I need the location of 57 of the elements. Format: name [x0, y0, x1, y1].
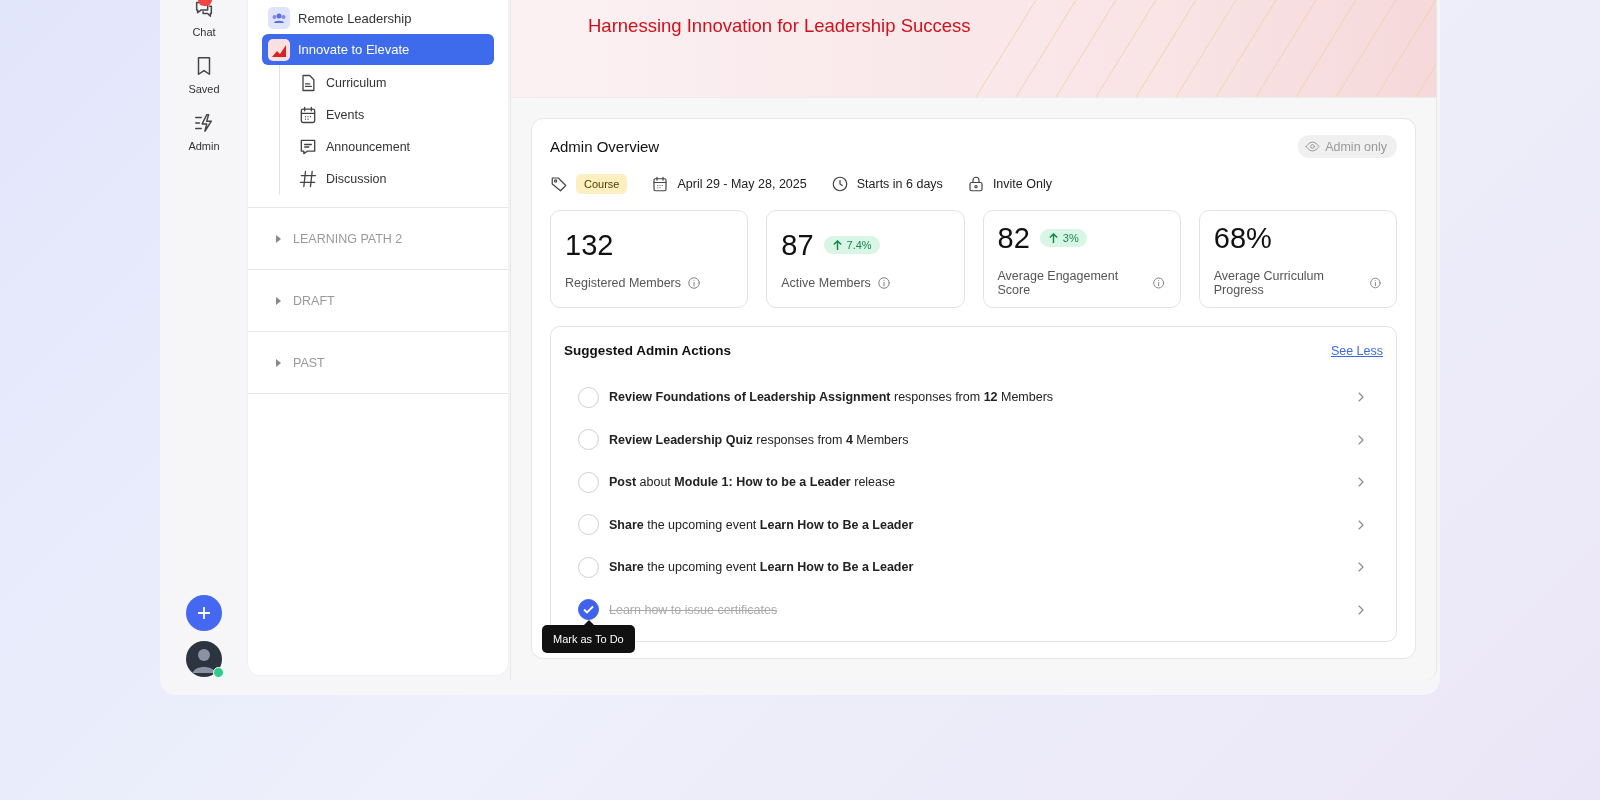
stat-label: Registered Members	[565, 275, 681, 290]
calendar-icon	[298, 105, 318, 125]
plus-icon	[197, 606, 211, 620]
rail-button[interactable]: Chat	[192, 0, 216, 38]
action-text: Share the upcoming event Learn How to Be a Leader	[609, 517, 915, 532]
see-less-link[interactable]: See Less	[1330, 343, 1383, 358]
clock-icon	[830, 175, 849, 193]
rail-button[interactable]: Saved	[188, 55, 220, 95]
action-text: Review Leadership Quiz responses from 4 Members	[609, 432, 910, 447]
info-icon	[1152, 275, 1166, 290]
add-button[interactable]	[186, 595, 222, 631]
message-icon	[298, 137, 318, 157]
course-section-item[interactable]: Discussion	[298, 163, 494, 195]
course-section-item[interactable]: Events	[298, 99, 494, 131]
tag-label: Course	[576, 174, 628, 194]
card-title: Admin Overview	[550, 138, 660, 155]
visibility-label: Admin only	[1298, 135, 1397, 158]
avatar[interactable]	[186, 641, 222, 677]
stat-value: 87	[781, 228, 814, 262]
course-section-item[interactable]: Announcement	[298, 131, 494, 163]
action-text: Learn how to issue certificates	[609, 602, 779, 617]
course-item[interactable]: Innovate to Elevate	[262, 34, 494, 65]
lock-icon	[966, 175, 985, 193]
action-text: Share the upcoming event Learn How to Be a Leader	[609, 560, 915, 575]
meta-text: Invite Only	[992, 177, 1052, 191]
change-badge: 7.4%	[823, 236, 880, 254]
chat-icon	[193, 0, 215, 20]
meta-text: Starts in 6 days	[856, 177, 943, 191]
stat-label: Average Curriculum Progress	[1213, 268, 1325, 297]
stat-label: Average Engagement Score	[997, 268, 1120, 297]
info-icon	[876, 275, 891, 290]
stat-value: 68%	[1213, 221, 1272, 255]
lightning-icon	[193, 112, 215, 134]
task-checkbox[interactable]	[578, 599, 599, 621]
course-item[interactable]: Remote Leadership	[262, 4, 494, 32]
arrow-up-icon	[831, 239, 843, 251]
meta-text: April 29 - May 28, 2025	[677, 177, 807, 191]
info-icon	[1369, 275, 1382, 290]
tag-icon	[550, 175, 568, 193]
info-icon	[687, 275, 701, 290]
chart-icon	[268, 38, 290, 61]
banner-title: Harnessing Innovation for Leadership Success	[588, 15, 971, 37]
section-title: Suggested Admin Actions	[564, 343, 731, 358]
rail-button[interactable]: Admin	[188, 112, 220, 152]
eye-icon	[1305, 139, 1321, 154]
stat-value: 132	[565, 228, 614, 262]
action-text: Post about Module 1: How to be a Leader release	[609, 475, 897, 490]
checkmark-icon	[583, 605, 594, 615]
action-text: Review Foundations of Leadership Assignment responses from 12 Members	[609, 390, 1055, 405]
hash-icon	[298, 169, 318, 189]
people-icon	[268, 7, 290, 29]
stat-value: 82	[997, 221, 1030, 255]
course-section-item[interactable]: Curriculum	[298, 67, 494, 99]
change-badge: 3%	[1039, 229, 1087, 247]
stat-label: Active Members	[781, 275, 871, 290]
calendar-icon	[651, 175, 670, 193]
arrow-up-icon	[1047, 232, 1059, 244]
